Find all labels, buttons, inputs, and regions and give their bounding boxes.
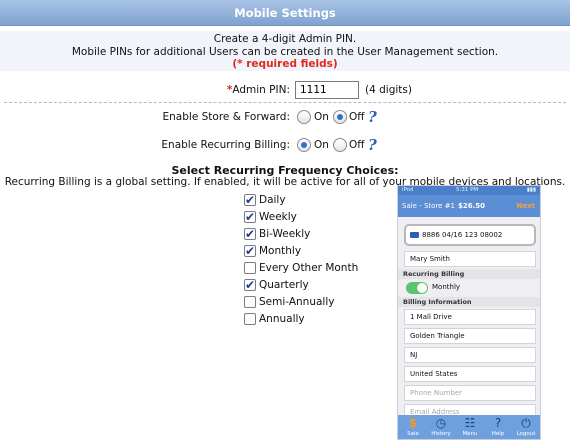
phone-card-field: 8886 04/16 123 08002	[404, 224, 536, 246]
recurring-billing-on-radio[interactable]	[297, 138, 311, 152]
frequency-option-label: Semi-Annually	[259, 296, 335, 308]
dollar-icon: $	[408, 416, 418, 430]
admin-pin-row: *Admin PIN: (4 digits)	[0, 80, 570, 100]
frequency-checkbox[interactable]	[244, 226, 256, 242]
phone-card-text: 8886 04/16 123 08002	[422, 231, 503, 239]
frequency-option-label: Daily	[259, 194, 286, 206]
frequency-checkbox[interactable]	[244, 277, 256, 293]
store-forward-label: Enable Store & Forward:	[162, 111, 290, 123]
recurring-billing-row: Enable Recurring Billing: On Off ?	[0, 135, 570, 155]
store-forward-help-icon[interactable]: ?	[368, 107, 377, 127]
phone-nav-amount: $26.50	[458, 202, 486, 210]
phone-recurring-header: Recurring Billing	[398, 269, 540, 279]
recurring-billing-label: Enable Recurring Billing:	[161, 139, 290, 151]
frequency-option-label: Annually	[259, 313, 305, 325]
phone-phone-field: Phone Number	[404, 385, 536, 401]
power-icon: ⏻	[521, 416, 531, 430]
recurring-billing-off-radio[interactable]	[333, 138, 347, 152]
phone-name-field: Mary Smith	[404, 251, 536, 267]
book-icon: ☷	[464, 416, 476, 430]
frequency-checkbox[interactable]	[244, 209, 256, 225]
phone-tab-sale: $ Sale	[399, 415, 427, 439]
frequency-checkbox[interactable]	[244, 313, 256, 325]
page-title: Mobile Settings	[234, 6, 336, 20]
store-forward-on-radio[interactable]	[297, 110, 311, 124]
admin-pin-label: *Admin PIN:	[226, 84, 290, 96]
admin-pin-input[interactable]	[295, 81, 359, 99]
phone-tab-menu: ☷ Menu	[456, 415, 484, 439]
required-fields-note: (* required fields)	[232, 58, 338, 70]
phone-state-field: NJ	[404, 347, 536, 363]
phone-tab-help: ? Help	[484, 415, 512, 439]
phone-nav-bar: Sale - Store #1 $26.50 Next	[398, 195, 540, 217]
phone-status-bar: iPod 5:31 PM ▮▮▮	[398, 186, 540, 195]
frequency-option-label: Bi-Weekly	[259, 228, 311, 240]
frequency-option-label: Quarterly	[259, 279, 309, 291]
frequency-checkbox[interactable]	[244, 262, 256, 274]
battery-icon: ▮▮▮	[526, 187, 536, 193]
store-forward-row: Enable Store & Forward: On Off ?	[0, 107, 570, 127]
phone-city-field: Golden Triangle	[404, 328, 536, 344]
intro-line-2: Mobile PINs for additional Users can be …	[71, 45, 499, 58]
phone-billing-header: Billing Information	[398, 297, 540, 307]
phone-tab-bar: $ Sale ◷ History ☷ Menu ? Help ⏻ Logout	[398, 415, 540, 439]
frequency-option-label: Weekly	[259, 211, 297, 223]
intro-line-1: Create a 4-digit Admin PIN.	[213, 33, 357, 45]
frequency-option-label: Monthly	[259, 245, 302, 257]
phone-nav-title: Sale - Store #1	[402, 202, 456, 210]
admin-pin-hint: (4 digits)	[365, 84, 412, 96]
page-title-bar: Mobile Settings	[0, 0, 570, 26]
status-device: iPod	[402, 187, 414, 193]
store-forward-off-radio[interactable]	[333, 110, 347, 124]
phone-address-field: 1 Mall Drive	[404, 309, 536, 325]
frequency-checkbox[interactable]	[244, 192, 256, 208]
help-circle-icon: ?	[494, 416, 502, 430]
divider	[4, 102, 566, 103]
phone-tab-logout: ⏻ Logout	[512, 415, 540, 439]
frequency-checkbox[interactable]	[244, 243, 256, 259]
status-time: 5:31 PM	[456, 187, 479, 193]
frequency-option-label: Every Other Month	[259, 262, 359, 274]
clock-icon: ◷	[435, 416, 447, 430]
recurring-billing-off-label: Off	[349, 139, 365, 151]
phone-recurring-toggle	[406, 282, 428, 294]
store-forward-on-label: On	[314, 111, 329, 123]
phone-recurring-value: Monthly	[432, 283, 461, 291]
credit-card-icon	[410, 232, 419, 238]
recurring-billing-on-label: On	[314, 139, 329, 151]
mobile-app-preview: iPod 5:31 PM ▮▮▮ Sale - Store #1 $26.50 …	[397, 185, 541, 440]
phone-next-button: Next	[516, 202, 535, 210]
recurring-billing-help-icon[interactable]: ?	[368, 135, 377, 155]
frequency-checkbox[interactable]	[244, 296, 256, 308]
phone-country-field: United States	[404, 366, 536, 382]
store-forward-off-label: Off	[349, 111, 365, 123]
phone-tab-history: ◷ History	[427, 415, 455, 439]
intro-panel: Create a 4-digit Admin PIN. Mobile PINs …	[0, 31, 570, 71]
